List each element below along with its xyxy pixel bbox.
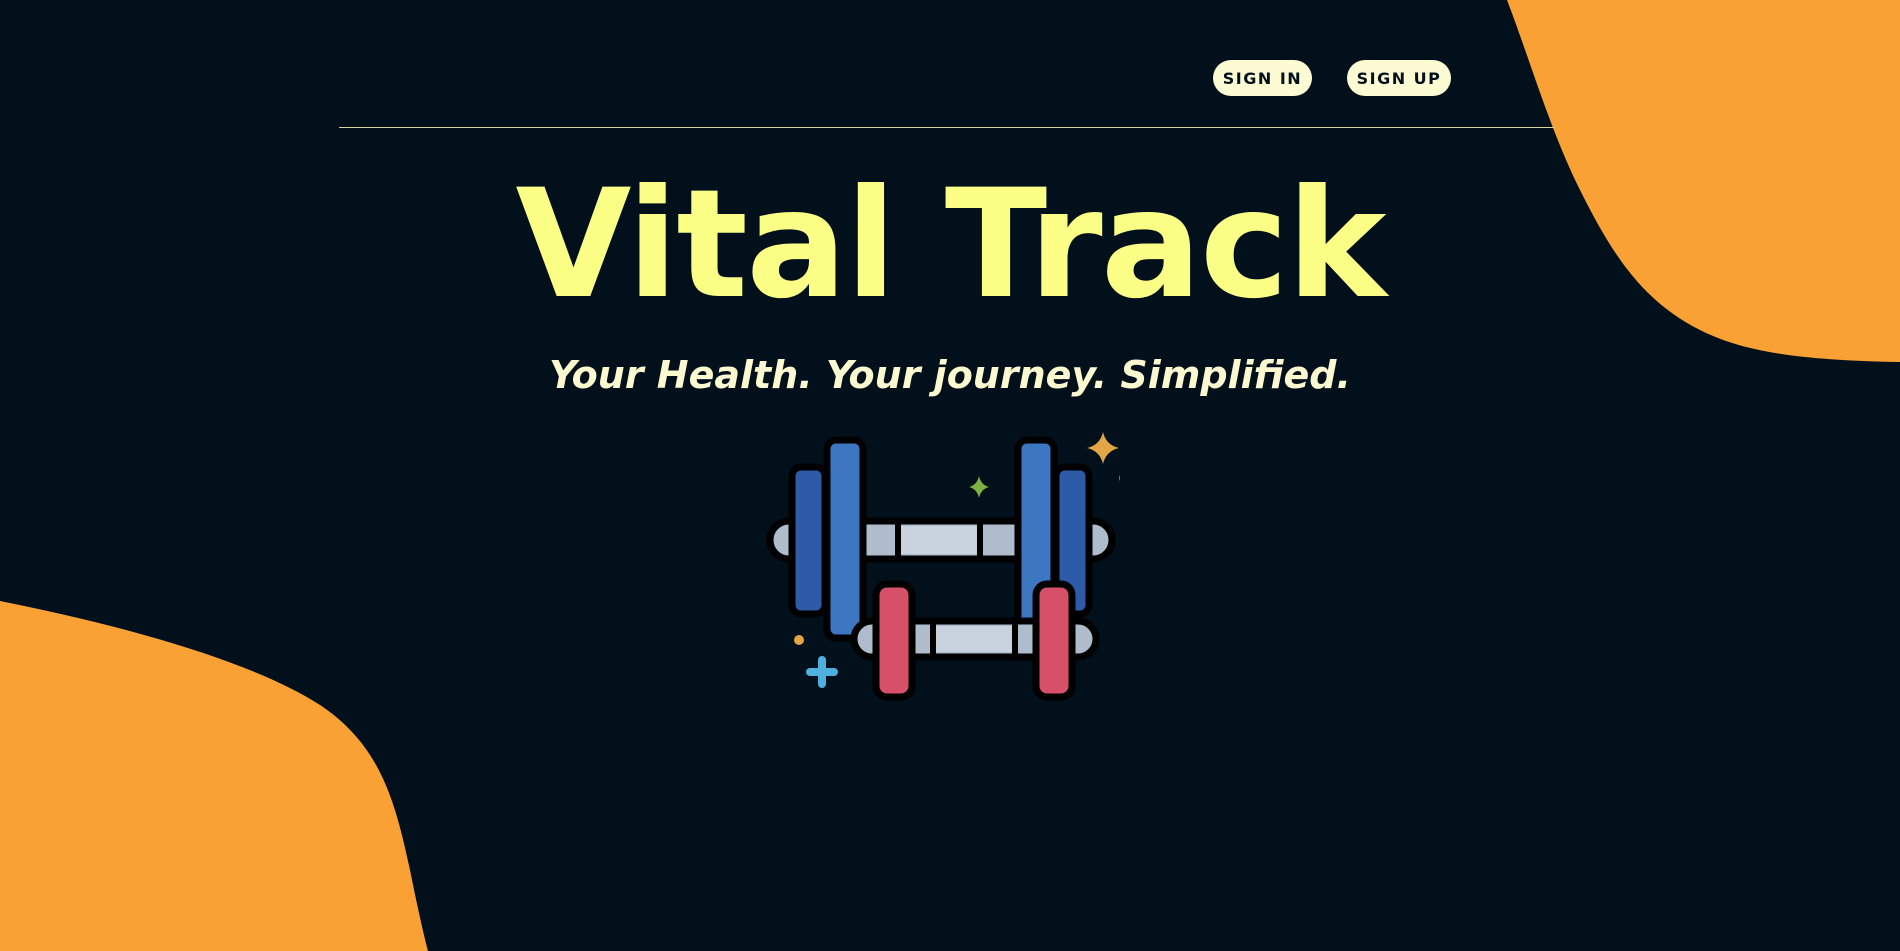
header-divider <box>339 127 1555 128</box>
bottom-left-plate <box>872 580 916 701</box>
left-outer-plate <box>788 463 829 618</box>
top-navigation: SIGN IN SIGN UP <box>0 60 1900 96</box>
bottom-left-orange-blob <box>0 601 428 951</box>
tagline: Your Health. Your journey. Simplified. <box>549 353 1351 397</box>
app-title: Vital Track <box>515 158 1386 332</box>
top-bar-grip <box>900 526 980 554</box>
sign-up-button[interactable]: SIGN UP <box>1347 60 1451 96</box>
dumbbells-icon <box>766 432 1120 701</box>
dot-pink <box>1119 475 1120 481</box>
left-inner-plate <box>823 436 867 642</box>
plus-blue-icon <box>806 656 838 688</box>
bottom-right-plate <box>1032 580 1076 701</box>
sparkle-green-icon <box>969 476 989 498</box>
dot-gold <box>794 635 804 645</box>
bottom-bar-grip <box>935 626 1015 652</box>
landing-page: SIGN IN SIGN UP Vital Track Your Health.… <box>0 0 1900 951</box>
sparkle-gold-icon <box>1087 432 1119 464</box>
sign-in-button[interactable]: SIGN IN <box>1213 60 1312 96</box>
